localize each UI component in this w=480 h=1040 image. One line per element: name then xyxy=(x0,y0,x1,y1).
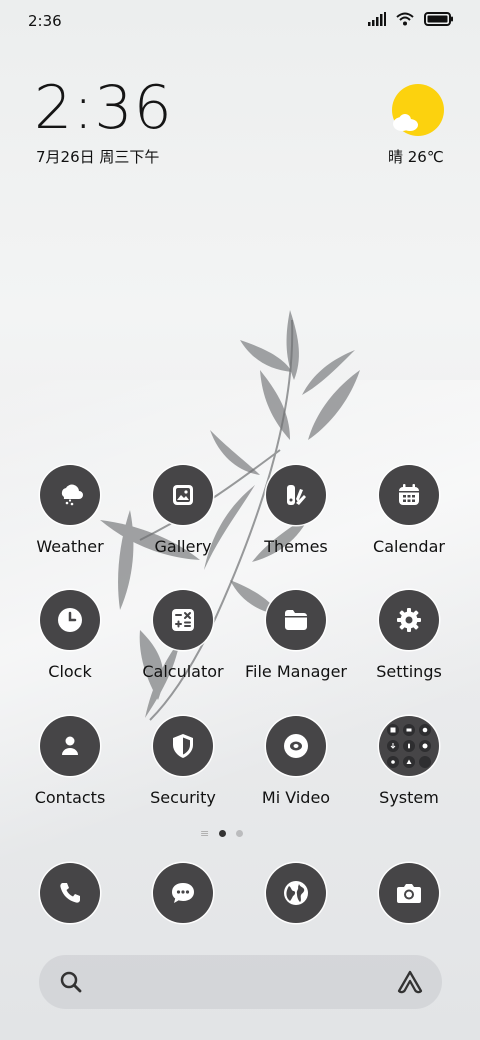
app-label: File Manager xyxy=(245,662,347,681)
app-label: Security xyxy=(150,788,216,807)
app-calendar[interactable]: Calendar xyxy=(353,465,465,565)
app-label: Clock xyxy=(48,662,92,681)
mini-app-icon xyxy=(419,740,431,752)
mini-app-icon xyxy=(387,740,399,752)
signal-icon xyxy=(368,12,386,26)
app-label: Mi Video xyxy=(261,788,331,807)
mini-app-icon xyxy=(403,756,415,768)
themes-icon xyxy=(266,465,326,525)
app-label: Calculator xyxy=(142,662,224,681)
dock-phone[interactable] xyxy=(40,863,100,923)
page-list-icon: ≡ xyxy=(200,827,210,840)
app-contacts[interactable]: Contacts xyxy=(14,716,126,816)
gear-icon xyxy=(379,590,439,650)
app-label: System xyxy=(379,788,439,807)
gallery-icon xyxy=(153,465,213,525)
status-icons xyxy=(368,12,454,26)
app-calculator[interactable]: Calculator xyxy=(127,590,239,690)
dock-messages[interactable] xyxy=(153,863,213,923)
calendar-icon xyxy=(379,465,439,525)
weather-condition-temp: 晴 26℃ xyxy=(388,148,444,166)
shield-icon xyxy=(153,716,213,776)
mini-app-icon xyxy=(403,724,415,736)
app-themes[interactable]: Themes xyxy=(240,465,352,565)
folder-icon xyxy=(266,590,326,650)
mini-app-icon xyxy=(419,724,431,736)
dock-browser[interactable] xyxy=(266,863,326,923)
app-label: Contacts xyxy=(34,788,106,807)
search-icon xyxy=(60,971,82,993)
mini-app-icon xyxy=(403,740,415,752)
app-settings[interactable]: Settings xyxy=(353,590,465,690)
app-gallery[interactable]: Gallery xyxy=(127,465,239,565)
status-time: 2:36 xyxy=(28,12,62,30)
calculator-icon xyxy=(153,590,213,650)
app-weather[interactable]: Weather xyxy=(14,465,126,565)
weather-cloud-icon xyxy=(393,114,418,131)
app-label: Calendar xyxy=(373,537,445,556)
message-icon xyxy=(172,883,194,903)
app-label: Weather xyxy=(36,537,104,556)
page-dot-active xyxy=(219,830,227,837)
app-file-manager[interactable]: File Manager xyxy=(240,590,352,690)
app-label: Gallery xyxy=(154,537,212,556)
app-security[interactable]: Security xyxy=(127,716,239,816)
mini-app-icon xyxy=(387,724,399,736)
browser-globe-icon xyxy=(284,881,308,905)
assistant-icon[interactable] xyxy=(396,969,424,995)
dock-camera[interactable] xyxy=(379,863,439,923)
app-label: Settings xyxy=(376,662,442,681)
mini-app-icon xyxy=(387,756,399,768)
mini-app-icon xyxy=(419,756,431,768)
clock-widget-time[interactable]: 2:36 xyxy=(34,78,173,138)
page-dot xyxy=(236,830,244,837)
page-indicator[interactable]: ≡ xyxy=(200,827,244,840)
wifi-icon xyxy=(396,12,414,26)
video-icon xyxy=(266,716,326,776)
contacts-icon xyxy=(40,716,100,776)
weather-icon xyxy=(40,465,100,525)
phone-icon xyxy=(60,883,80,903)
app-clock[interactable]: Clock xyxy=(14,590,126,690)
clock-icon xyxy=(40,590,100,650)
search-bar[interactable] xyxy=(39,955,442,1009)
status-bar: 2:36 xyxy=(0,0,480,44)
camera-icon xyxy=(397,884,421,903)
app-label: Themes xyxy=(264,537,328,556)
folder-grid-icon xyxy=(379,716,439,776)
battery-icon xyxy=(424,12,453,26)
app-mi-video[interactable]: Mi Video xyxy=(240,716,352,816)
app-system-folder[interactable]: System xyxy=(353,716,465,816)
clock-widget-date: 7月26日 周三下午 xyxy=(36,148,160,166)
